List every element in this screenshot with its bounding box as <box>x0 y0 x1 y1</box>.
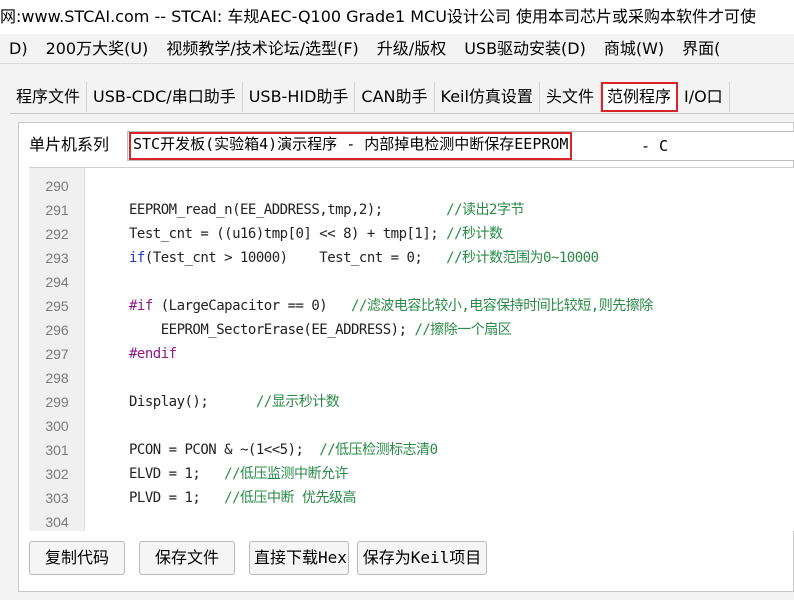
menu-item-usb-driver[interactable]: USB驱动安装(D) <box>455 34 595 63</box>
line-number: 297 <box>45 346 69 362</box>
code-keyword: if <box>129 250 145 266</box>
code-line: 297 #endif <box>29 342 794 366</box>
code-line: 303 PLVD = 1; //低压中断 优先级高 <box>29 486 794 510</box>
menu-item-d[interactable]: D) <box>0 34 37 63</box>
line-number: 294 <box>45 274 69 290</box>
code-line: 294 <box>29 270 794 294</box>
code-text: EEPROM_SectorErase(EE_ADDRESS); //擦除一个扇区 <box>129 318 512 342</box>
code-token: Display(); <box>129 394 256 410</box>
menu-item-store[interactable]: 商城(W) <box>595 34 673 63</box>
code-token: PLVD = 1; <box>129 490 225 506</box>
code-text: #endif <box>129 342 177 366</box>
line-number: 296 <box>45 322 69 338</box>
code-editor[interactable]: 290 291 EEPROM_read_n(EE_ADDRESS,tmp,2); /… <box>29 167 794 531</box>
code-line: 300 <box>29 414 794 438</box>
code-line: 302 ELVD = 1; //低压监测中断允许 <box>29 462 794 486</box>
code-text: EEPROM_read_n(EE_ADDRESS,tmp,2); //读出2字节 <box>129 198 524 222</box>
line-number: 302 <box>45 466 69 482</box>
code-comment: //低压监测中断允许 <box>224 466 349 482</box>
code-preprocessor: #endif <box>129 346 177 362</box>
tab-usb-cdc[interactable]: USB-CDC/串口助手 <box>87 82 243 112</box>
series-label: 单片机系列 <box>29 135 110 154</box>
code-text: if(Test_cnt > 10000) Test_cnt = 0; //秒计数… <box>129 246 599 270</box>
series-select[interactable]: STC开发板(实验箱4)演示程序 - 内部掉电检测中断保存EEPROM - C <box>127 131 794 161</box>
code-line: 298 <box>29 366 794 390</box>
code-line: 293 if(Test_cnt > 10000) Test_cnt = 0; //… <box>29 246 794 270</box>
code-line: 301 PCON = PCON & ~(1<<5); //低压检测标志清0 <box>29 438 794 462</box>
tab-example-programs[interactable]: 范例程序 <box>600 82 678 112</box>
code-text: PCON = PCON & ~(1<<5); //低压检测标志清0 <box>129 438 438 462</box>
copy-code-button[interactable]: 复制代码 <box>29 541 125 575</box>
menu-item-upgrade[interactable]: 升级/版权 <box>368 34 455 63</box>
window-title-bar: 网:www.STCAI.com -- STCAI: 车规AEC-Q100 Gra… <box>0 0 794 34</box>
code-comment: //读出2字节 <box>446 202 524 218</box>
tab-can[interactable]: CAN助手 <box>355 82 435 112</box>
line-number: 301 <box>45 442 69 458</box>
line-number: 300 <box>45 418 69 434</box>
line-number: 293 <box>45 250 69 266</box>
code-token: PCON = PCON & ~(1<<5); <box>129 442 320 458</box>
code-token: (Test_cnt > 10000) Test_cnt = 0; <box>144 250 447 266</box>
code-comment: //显示秒计数 <box>255 394 340 410</box>
code-line: 291 EEPROM_read_n(EE_ADDRESS,tmp,2); //读出… <box>29 198 794 222</box>
code-text: #if (LargeCapacitor == 0) //滤波电容比较小,电容保持… <box>129 294 653 318</box>
code-line: 296 EEPROM_SectorErase(EE_ADDRESS); //擦除… <box>29 318 794 342</box>
menu-item-interface[interactable]: 界面( <box>673 34 729 63</box>
code-line: 304 <box>29 510 794 531</box>
code-token: (LargeCapacitor == 0) <box>152 298 352 314</box>
code-comment: //擦除一个扇区 <box>414 322 512 338</box>
code-preprocessor: #if <box>129 298 153 314</box>
tab-header-file[interactable]: 头文件 <box>539 82 601 112</box>
code-comment: //低压中断 优先级高 <box>224 490 356 506</box>
code-line: 299 Display(); //显示秒计数 <box>29 390 794 414</box>
code-comment: //滤波电容比较小,电容保持时间比较短,则先擦除 <box>351 298 653 314</box>
line-number: 291 <box>45 202 69 218</box>
tab-program-file[interactable]: 程序文件 <box>10 82 88 112</box>
code-text: Test_cnt = ((u16)tmp[0] << 8) + tmp[1]; … <box>129 222 503 246</box>
code-line: 290 <box>29 174 794 198</box>
code-text: Display(); //显示秒计数 <box>129 390 340 414</box>
series-suffix: - C <box>641 137 669 155</box>
line-number: 292 <box>45 226 69 242</box>
code-token: Test_cnt = ((u16)tmp[0] << 8) + tmp[1]; <box>129 226 447 242</box>
tab-keil-sim[interactable]: Keil仿真设置 <box>434 82 540 112</box>
code-line: 292 Test_cnt = ((u16)tmp[0] << 8) + tmp[1… <box>29 222 794 246</box>
code-comment: //秒计数范围为0~10000 <box>446 250 599 266</box>
save-keil-project-button[interactable]: 保存为Keil项目 <box>357 541 487 575</box>
code-token: EEPROM_read_n(EE_ADDRESS,tmp,2); <box>129 202 447 218</box>
line-number: 295 <box>45 298 69 314</box>
tab-usb-hid[interactable]: USB-HID助手 <box>242 82 356 112</box>
save-file-button[interactable]: 保存文件 <box>139 541 235 575</box>
line-number: 304 <box>45 514 69 530</box>
menu-bar: D) 200万大奖(U) 视频教学/技术论坛/选型(F) 升级/版权 USB驱动安装(D… <box>0 34 794 64</box>
download-hex-button[interactable]: 直接下载Hex <box>249 541 349 575</box>
code-text: ELVD = 1; //低压监测中断允许 <box>129 462 349 486</box>
code-comment: //低压检测标志清0 <box>319 442 438 458</box>
button-bar: 复制代码 保存文件 直接下载Hex 保存为Keil项目 <box>27 541 787 575</box>
line-number: 298 <box>45 370 69 386</box>
menu-item-prize[interactable]: 200万大奖(U) <box>37 34 158 63</box>
code-token: ELVD = 1; <box>129 466 225 482</box>
line-number: 290 <box>45 178 69 194</box>
tab-strip: 程序文件 USB-CDC/串口助手 USB-HID助手 CAN助手 Keil仿真设置 头文… <box>10 82 794 114</box>
series-row: 单片机系列 STC开发板(实验箱4)演示程序 - 内部掉电检测中断保存EEPRO… <box>19 129 794 161</box>
line-number: 303 <box>45 490 69 506</box>
tab-io[interactable]: I/O口 <box>677 82 730 112</box>
menu-item-video-forum[interactable]: 视频教学/技术论坛/选型(F) <box>157 34 367 63</box>
line-number: 299 <box>45 394 69 410</box>
series-selected-value: STC开发板(实验箱4)演示程序 - 内部掉电检测中断保存EEPROM <box>128 132 573 160</box>
code-token: EEPROM_SectorErase(EE_ADDRESS); <box>129 322 415 338</box>
window-title: 网:www.STCAI.com -- STCAI: 车规AEC-Q100 Gra… <box>0 7 757 26</box>
example-program-panel: 单片机系列 STC开发板(实验箱4)演示程序 - 内部掉电检测中断保存EEPRO… <box>18 122 794 592</box>
code-text: PLVD = 1; //低压中断 优先级高 <box>129 486 356 510</box>
code-line: 295 #if (LargeCapacitor == 0) //滤波电容比较小,电… <box>29 294 794 318</box>
code-comment: //秒计数 <box>446 226 503 242</box>
